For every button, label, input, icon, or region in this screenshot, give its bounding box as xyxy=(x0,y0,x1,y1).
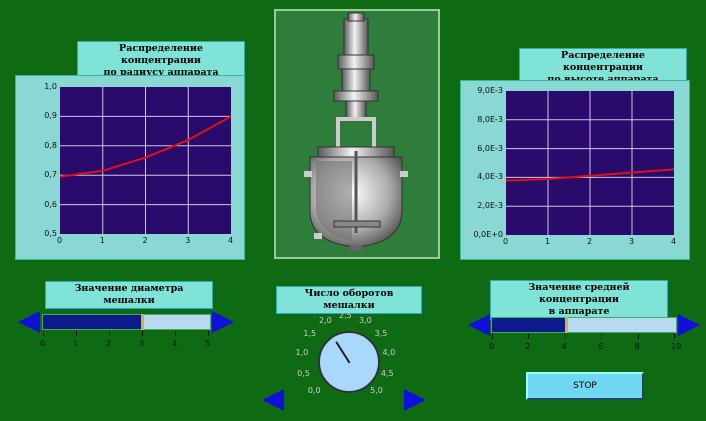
right-chart-plot xyxy=(506,91,674,235)
x-tick-label: 0 xyxy=(57,236,63,245)
right-chart-panel: 9,0E-3 8,0E-3 6,0E-3 4,0E-3 2,0E-3 0,0E+0 0 1 2 3… xyxy=(460,80,690,260)
slider-tick-mark xyxy=(492,334,493,339)
y-tick-label: 8,0E-3 xyxy=(477,114,503,124)
slider-tick-label: 3 xyxy=(139,339,145,348)
slider-tick-label: 4 xyxy=(172,339,178,348)
x-tick-label: 3 xyxy=(185,236,191,245)
diameter-increase-arrow[interactable] xyxy=(212,311,234,333)
dial-tick-label: 3,0 xyxy=(358,315,372,325)
dial-tick-label: 4,5 xyxy=(380,368,394,378)
slider-tick-mark xyxy=(175,331,176,336)
slider-tick-label: 0 xyxy=(40,339,46,348)
y-tick-label: 0,7 xyxy=(44,170,57,180)
dial-tick-label: 0,0 xyxy=(307,386,321,396)
concentration-decrease-arrow[interactable] xyxy=(468,314,490,336)
stop-button[interactable]: STOP xyxy=(526,372,644,400)
slider-tick-mark xyxy=(76,331,77,336)
slider-tick-label: 4 xyxy=(561,342,567,351)
y-tick-label: 1,0 xyxy=(44,82,57,91)
reactor-image-frame xyxy=(274,9,440,259)
slider-tick-label: 10 xyxy=(671,342,682,351)
slider-tick-mark xyxy=(601,334,603,339)
speed-dial[interactable] xyxy=(318,331,380,393)
dial-tick-label: 4,0 xyxy=(382,348,396,358)
dial-tick-label: 1,5 xyxy=(303,329,317,339)
speed-decrease-arrow[interactable] xyxy=(262,389,284,411)
slider-tick-mark xyxy=(637,334,639,339)
diameter-slider-thumb[interactable] xyxy=(141,314,145,330)
slider-tick-label: 1 xyxy=(73,339,79,348)
speed-dial-title: Число оборотов мешалки xyxy=(276,286,422,314)
dial-tick-label: 2,0 xyxy=(319,315,332,325)
slider-tick-mark xyxy=(142,331,143,336)
y-tick-label: 2,0E-3 xyxy=(477,201,503,211)
slider-tick-mark xyxy=(528,334,530,339)
concentration-slider-track[interactable] xyxy=(491,317,677,333)
concentration-increase-arrow[interactable] xyxy=(678,314,700,336)
y-tick-label: 0,6 xyxy=(44,199,57,209)
x-tick-label: 1 xyxy=(545,237,551,246)
dial-tick-label: 5,0 xyxy=(370,386,383,396)
x-tick-label: 4 xyxy=(228,236,234,245)
diameter-slider-track[interactable] xyxy=(42,314,211,330)
x-tick-label: 2 xyxy=(587,237,593,246)
diameter-slider-fill xyxy=(43,315,144,329)
slider-tick-mark xyxy=(564,334,566,339)
y-tick-label: 0,8 xyxy=(44,140,57,150)
dial-tick-label: 3,5 xyxy=(374,329,388,339)
y-tick-label: 0,5 xyxy=(44,229,57,238)
slider-tick-mark xyxy=(674,334,675,339)
dial-tick-label: 0,5 xyxy=(297,368,310,378)
slider-tick-label: 2 xyxy=(106,339,112,348)
y-tick-label: 9,0E-3 xyxy=(477,86,503,95)
speed-increase-arrow[interactable] xyxy=(404,389,426,411)
y-tick-label: 0,0E+0 xyxy=(473,230,503,239)
slider-tick-label: 6 xyxy=(598,342,604,351)
x-tick-label: 0 xyxy=(503,237,509,246)
concentration-slider-thumb[interactable] xyxy=(565,317,569,333)
reactor-vessel-image xyxy=(304,12,408,251)
slider-tick-mark xyxy=(208,331,209,336)
left-chart-plot xyxy=(60,87,231,234)
slider-tick-label: 0 xyxy=(489,342,495,351)
speed-dial-needle xyxy=(335,341,351,364)
x-tick-label: 4 xyxy=(671,237,677,246)
slider-tick-label: 8 xyxy=(634,342,640,351)
slider-tick-label: 2 xyxy=(525,342,531,351)
x-tick-label: 2 xyxy=(142,236,148,245)
left-chart-panel: 1,0 0,9 0,8 0,7 0,6 0,5 0 1 2 3 4 xyxy=(15,75,245,260)
dial-tick-label: 2,5 xyxy=(339,311,352,320)
concentration-slider-title: Значение средней концентрации в аппарате xyxy=(490,280,668,320)
x-tick-label: 3 xyxy=(629,237,635,246)
y-tick-label: 0,9 xyxy=(44,111,57,121)
slider-tick-label: 5 xyxy=(205,339,211,348)
concentration-slider-fill xyxy=(492,318,568,332)
y-tick-label: 6,0E-3 xyxy=(477,143,503,153)
x-tick-label: 1 xyxy=(99,236,105,245)
diameter-slider-title: Значение диаметра мешалки xyxy=(45,281,213,309)
diameter-decrease-arrow[interactable] xyxy=(18,311,40,333)
dial-tick-label: 1,0 xyxy=(295,348,309,358)
slider-tick-mark xyxy=(43,331,44,336)
slider-tick-mark xyxy=(109,331,110,336)
y-tick-label: 4,0E-3 xyxy=(477,172,503,182)
